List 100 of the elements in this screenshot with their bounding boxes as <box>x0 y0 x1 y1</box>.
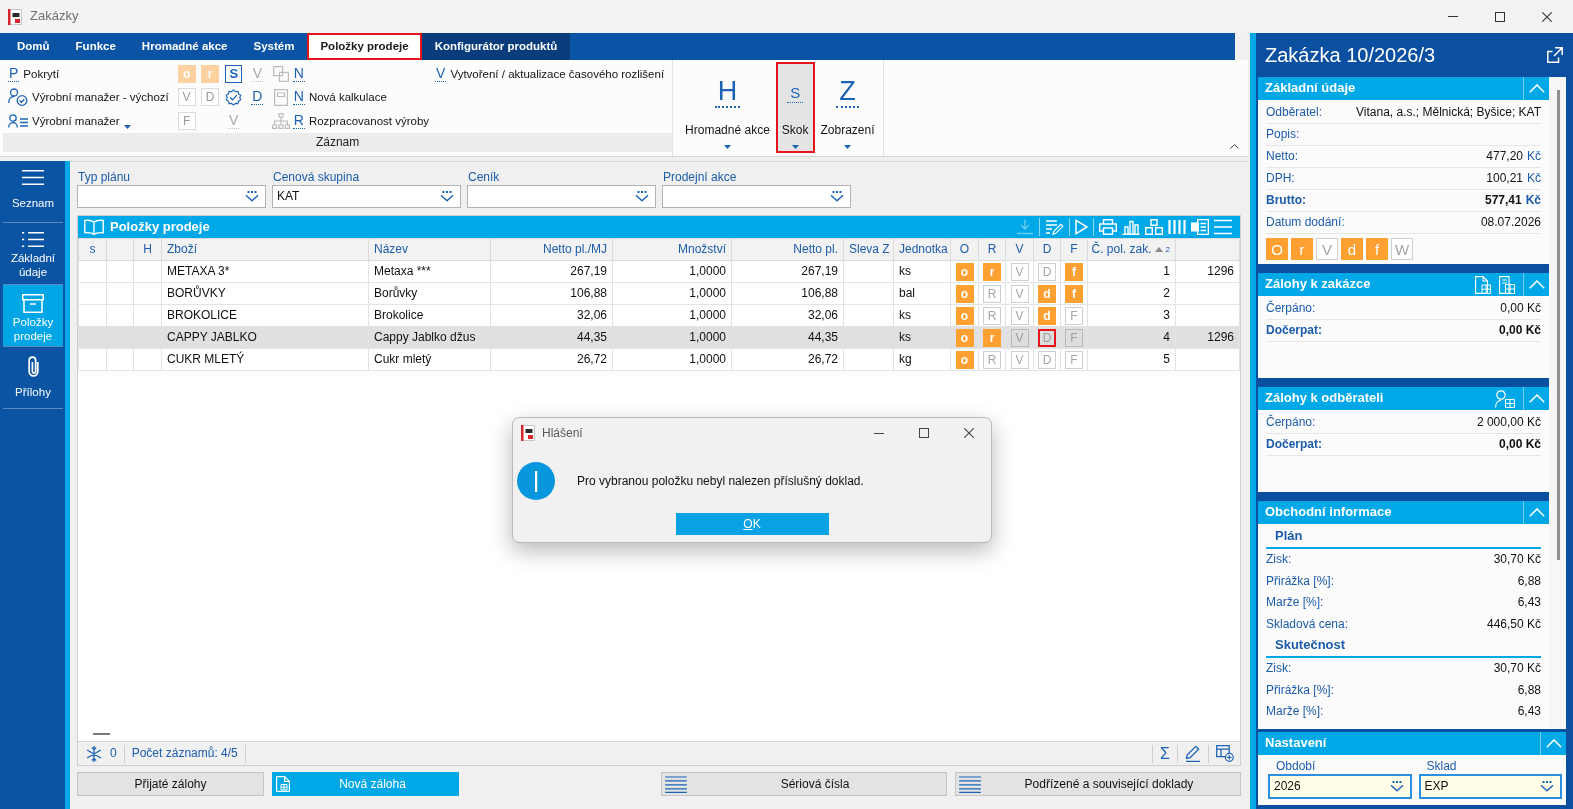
close-icon[interactable] <box>964 428 974 438</box>
maximize-icon[interactable] <box>919 428 929 438</box>
flag-indicator: d <box>1341 238 1363 260</box>
letter-icon[interactable]: S <box>225 64 243 83</box>
field-value: 30,70 Kč <box>1493 552 1541 568</box>
table-row[interactable]: BORŮVKY Borůvky 106,88 1,0000 106,88 bal o R V d f 2 <box>78 282 1240 305</box>
nav-item[interactable]: Přílohy <box>3 347 63 409</box>
table-cell: ks <box>893 260 951 283</box>
user-document-icon[interactable] <box>1495 389 1515 408</box>
field-value: 577,41 <box>1484 193 1522 208</box>
close-icon[interactable] <box>1542 11 1552 22</box>
field-label: Typ plánu <box>77 170 131 185</box>
column-header[interactable]: H <box>143 242 152 256</box>
chevron-up-icon[interactable] <box>1528 280 1545 289</box>
menu-icon <box>22 170 44 185</box>
play-icon[interactable] <box>1075 219 1088 235</box>
field-label: Čerpáno: <box>1266 415 1316 430</box>
chevron-up-icon[interactable] <box>1528 84 1545 93</box>
maximize-icon[interactable] <box>1495 11 1505 22</box>
menu-icon[interactable] <box>1214 219 1232 235</box>
table-row[interactable]: METAXA 3* Metaxa *** 267,19 1,0000 267,19 ks o r V D f 1 1296 <box>78 260 1240 283</box>
dropdown-field[interactable] <box>467 185 656 208</box>
dropdown-icon[interactable] <box>830 191 844 202</box>
ribbon-tab[interactable]: Konfigurátor produktů <box>421 33 571 60</box>
edit-list-icon[interactable] <box>1045 219 1064 235</box>
field-label: Datum dodání: <box>1266 215 1345 230</box>
dropdown-field[interactable]: EXP <box>1418 774 1562 799</box>
dropdown-field[interactable]: KAT <box>272 185 461 208</box>
squares-icon[interactable] <box>1145 219 1163 235</box>
ribbon-button[interactable]: P Pokrytí <box>8 63 62 85</box>
chevron-up-icon[interactable] <box>1528 394 1545 403</box>
collapse-ribbon-icon[interactable] <box>1230 144 1239 149</box>
dropdown-field[interactable] <box>662 185 851 208</box>
ribbon-button[interactable]: Výrobní manažer <box>8 110 133 132</box>
printer-icon[interactable] <box>1099 219 1117 235</box>
table-cell: METAXA 3* <box>161 260 369 283</box>
ribbon-button[interactable]: Výrobní manažer - výchozí <box>8 86 171 108</box>
verified-badge-icon[interactable] <box>225 88 243 106</box>
lines-icon <box>959 775 981 793</box>
scrollbar-thumb[interactable] <box>93 733 110 735</box>
columns-icon[interactable] <box>1168 219 1186 235</box>
column-header[interactable]: Č. pol. zak. <box>1091 242 1152 257</box>
detail-title: Zakázka 10/2026/3 <box>1265 43 1436 67</box>
dropdown-icon[interactable] <box>245 191 259 202</box>
ribbon-tab[interactable]: Systém <box>240 33 308 60</box>
ribbon-button[interactable]: H Hromadné akce <box>679 62 776 153</box>
action-button[interactable]: Podřízené a související doklady <box>955 772 1241 796</box>
ribbon-tab[interactable]: Položky prodeje <box>307 33 422 60</box>
ribbon-button[interactable]: Z Zobrazení <box>814 62 881 153</box>
external-link-icon[interactable] <box>1547 47 1563 63</box>
dropdown-field[interactable] <box>77 185 266 208</box>
flag-indicator: F <box>1065 350 1083 369</box>
table-cell: 44,35 <box>490 326 613 349</box>
ribbon-button[interactable]: V Vytvoření / aktualizace časového rozlišení <box>435 63 667 85</box>
column-header[interactable]: Název <box>374 242 408 256</box>
ribbon-tab[interactable]: Funkce <box>62 33 129 60</box>
currency-unit: Kč <box>1527 149 1541 164</box>
column-header[interactable]: V <box>1015 242 1024 256</box>
ribbon-button[interactable]: S Skok <box>775 62 815 153</box>
spreadsheet-icon[interactable] <box>1191 219 1209 235</box>
ribbon-button[interactable]: R Rozpracovanost výroby <box>292 110 432 132</box>
ribbon-tab[interactable]: Domů <box>4 33 63 60</box>
add-table-icon[interactable] <box>1216 745 1234 762</box>
chevron-up-icon[interactable] <box>1545 739 1562 748</box>
bar-chart-icon[interactable] <box>1122 219 1140 235</box>
flag-indicator: V <box>1010 306 1029 325</box>
ribbon-button[interactable]: N Nová kalkulace <box>292 86 389 108</box>
table-row[interactable]: CUKR MLETÝ Cukr mletý 26,72 1,0000 26,72 kg o R V D F 5 <box>78 348 1240 371</box>
field-label: Zisk: <box>1266 661 1292 677</box>
field-label: Odběratel: <box>1266 105 1323 120</box>
dropdown-icon[interactable] <box>1540 781 1554 792</box>
field-label: Prodejní akce <box>662 170 737 185</box>
panel-title: Položky prodeje <box>110 218 210 236</box>
snowflake-icon[interactable] <box>86 745 102 762</box>
table-cell: 4 <box>1087 326 1176 349</box>
action-button[interactable]: Sériová čísla <box>661 772 947 796</box>
field-label: Přirážka [%]: <box>1266 573 1334 589</box>
dropdown-icon[interactable] <box>440 191 454 202</box>
table-cell: Metaxa *** <box>368 260 491 283</box>
vertical-scrollbar[interactable] <box>1549 77 1566 729</box>
flag-indicator: d <box>1038 284 1056 303</box>
chevron-up-icon[interactable] <box>1528 508 1545 517</box>
table-row[interactable]: BROKOLICE Brokolice 32,06 1,0000 32,06 ks o R V d F 3 <box>78 304 1240 327</box>
pencil-icon[interactable] <box>1185 745 1201 762</box>
dropdown-icon[interactable] <box>1389 781 1404 792</box>
nav-item[interactable]: Seznam <box>3 161 63 223</box>
column-header[interactable]: Zboží <box>167 242 197 256</box>
ribbon-tab[interactable]: Hromadné akce <box>128 33 241 60</box>
flag-indicator: R <box>983 284 1001 303</box>
dropdown-field[interactable]: 2026 <box>1268 774 1412 799</box>
table-cell: 1296 <box>1175 326 1240 349</box>
documents-icon[interactable] <box>1499 275 1515 294</box>
column-header[interactable]: F <box>1070 242 1078 256</box>
action-button[interactable]: Přijaté zálohy <box>77 772 264 796</box>
sum-button[interactable]: Σ <box>1160 745 1170 762</box>
minimize-icon[interactable] <box>874 432 884 434</box>
dropdown-icon[interactable] <box>635 191 649 202</box>
document-icon[interactable] <box>1475 275 1491 294</box>
column-header[interactable]: s <box>89 242 96 256</box>
table-row[interactable]: CAPPY JABLKO Cappy Jablko džus 44,35 1,0000 44,35 ks o r V D F 4 1296 <box>78 326 1240 349</box>
